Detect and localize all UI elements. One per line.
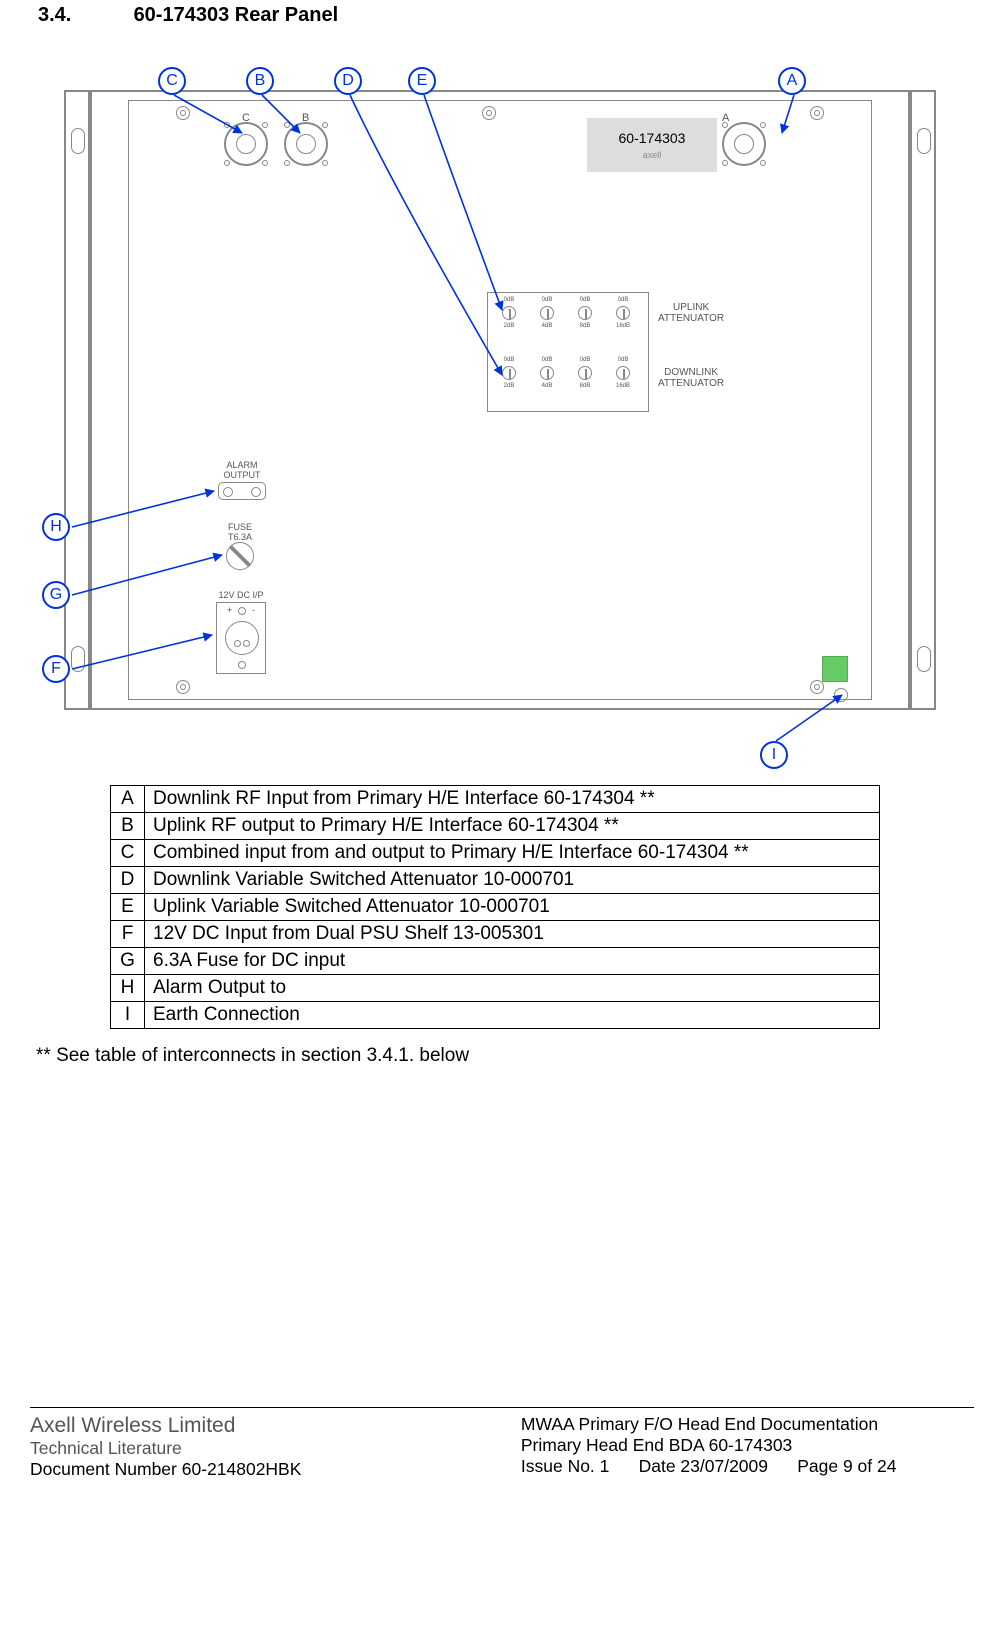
connector-B [284, 122, 328, 166]
fuse-holder [226, 542, 254, 570]
screw-icon [176, 680, 190, 694]
table-key: C [111, 840, 145, 867]
earth-terminal [822, 656, 848, 682]
callout-B: B [246, 67, 274, 95]
dc-input-connector: + - [216, 602, 266, 674]
footnote: ** See table of interconnects in section… [36, 1045, 974, 1067]
table-key: A [111, 786, 145, 813]
connector-A-label: A [722, 112, 729, 124]
callout-F: F [42, 655, 70, 683]
alarm-output-label: ALARM OUTPUT [218, 460, 266, 480]
screw-icon [810, 680, 824, 694]
callout-D: D [334, 67, 362, 95]
table-row: F12V DC Input from Dual PSU Shelf 13-005… [111, 921, 880, 948]
screw-icon [176, 106, 190, 120]
table-desc: Downlink Variable Switched Attenuator 10… [145, 867, 880, 894]
footer-doc-title-2: Primary Head End BDA 60-174303 [521, 1435, 974, 1456]
connector-C-label: C [242, 112, 250, 124]
mounting-ear-left [64, 90, 90, 710]
connector-C [224, 122, 268, 166]
callout-E: E [408, 67, 436, 95]
table-row: EUplink Variable Switched Attenuator 10-… [111, 894, 880, 921]
section-number: 3.4. [38, 4, 128, 27]
callout-I: I [760, 741, 788, 769]
footer-issue-date-page: Issue No. 1 Date 23/07/2009 Page 9 of 24 [521, 1456, 974, 1477]
table-desc: Alarm Output to [145, 975, 880, 1002]
table-key: H [111, 975, 145, 1002]
screw-icon [810, 106, 824, 120]
part-number-label: 60-174303 axell [587, 118, 717, 172]
table-key: E [111, 894, 145, 921]
downlink-attenuator-row: 0dB2dB 0dB4dB 0dB8dB 0dB16dB [488, 357, 648, 407]
table-row: IEarth Connection [111, 1002, 880, 1029]
table-key: I [111, 1002, 145, 1029]
table-row: ADownlink RF Input from Primary H/E Inte… [111, 786, 880, 813]
footer-company: Axell Wireless Limited [30, 1414, 521, 1438]
callout-H: H [42, 513, 70, 541]
part-number-text: 60-174303 [619, 130, 686, 146]
table-desc: Uplink RF output to Primary H/E Interfac… [145, 813, 880, 840]
table-row: BUplink RF output to Primary H/E Interfa… [111, 813, 880, 840]
table-row: CCombined input from and output to Prima… [111, 840, 880, 867]
connector-B-label: B [302, 112, 309, 124]
callout-C: C [158, 67, 186, 95]
brand-logo: axell [643, 150, 662, 160]
polarity-plus: + [227, 605, 232, 615]
section-title: 60-174303 Rear Panel [134, 4, 339, 26]
fuse-label: FUSE T6.3A [220, 522, 260, 542]
earth-screw-icon [834, 688, 848, 702]
rear-panel-diagram: C B D E A H G F I [30, 35, 974, 775]
table-desc: 12V DC Input from Dual PSU Shelf 13-0053… [145, 921, 880, 948]
table-desc: 6.3A Fuse for DC input [145, 948, 880, 975]
table-desc: Downlink RF Input from Primary H/E Inter… [145, 786, 880, 813]
screw-icon [482, 106, 496, 120]
table-row: G6.3A Fuse for DC input [111, 948, 880, 975]
page-footer: Axell Wireless Limited Technical Literat… [30, 1414, 974, 1480]
alarm-output-connector [218, 482, 266, 500]
footer-doc-number: Document Number 60-214802HBK [30, 1459, 521, 1480]
table-key: G [111, 948, 145, 975]
uplink-attenuator-row: 0dB2dB 0dB4dB 0dB8dB 0dB16dB [488, 297, 648, 347]
table-row: DDownlink Variable Switched Attenuator 1… [111, 867, 880, 894]
table-desc: Combined input from and output to Primar… [145, 840, 880, 867]
callout-G: G [42, 581, 70, 609]
polarity-minus: - [252, 605, 255, 615]
table-desc: Earth Connection [145, 1002, 880, 1029]
footer-divider [30, 1407, 974, 1408]
mounting-ear-right [910, 90, 936, 710]
uplink-attenuator-label: UPLINK ATTENUATOR [658, 302, 724, 324]
attenuator-module: 0dB2dB 0dB4dB 0dB8dB 0dB16dB 0dB2dB 0dB4… [487, 292, 649, 412]
table-desc: Uplink Variable Switched Attenuator 10-0… [145, 894, 880, 921]
callout-A: A [778, 67, 806, 95]
table-key: D [111, 867, 145, 894]
footer-doc-title-1: MWAA Primary F/O Head End Documentation [521, 1414, 974, 1435]
table-key: B [111, 813, 145, 840]
footer-tech-literature: Technical Literature [30, 1438, 521, 1459]
panel-chassis: C B A 60-174303 axell 0dB2dB 0dB4dB 0dB8… [90, 90, 910, 710]
table-key: F [111, 921, 145, 948]
table-row: HAlarm Output to [111, 975, 880, 1002]
dc-input-label: 12V DC I/P [214, 590, 268, 600]
section-heading: 3.4. 60-174303 Rear Panel [38, 4, 974, 27]
callout-reference-table: ADownlink RF Input from Primary H/E Inte… [110, 785, 880, 1029]
connector-A [722, 122, 766, 166]
downlink-attenuator-label: DOWNLINK ATTENUATOR [658, 367, 724, 389]
